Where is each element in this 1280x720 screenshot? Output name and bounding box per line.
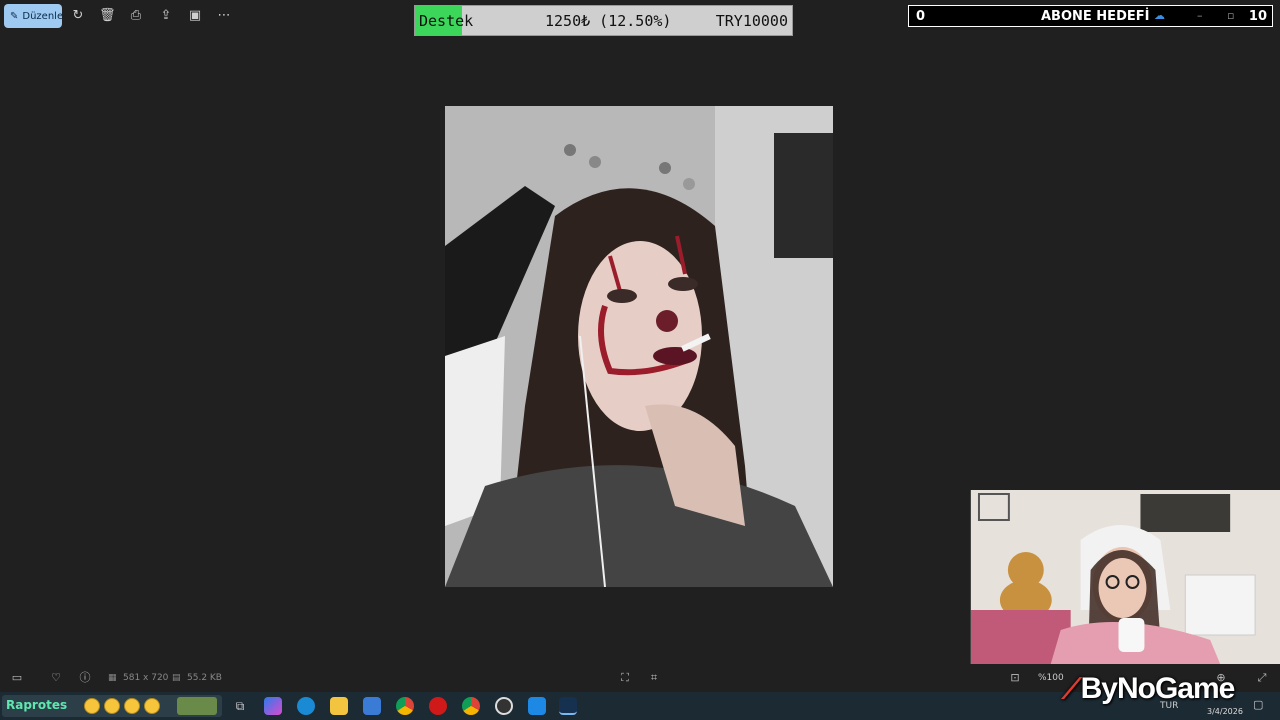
edit-label: Düzenle (22, 10, 64, 22)
file-size-icon: ▤ (172, 673, 181, 683)
obs-icon[interactable] (495, 697, 513, 715)
slideshow-icon[interactable]: ▣ (187, 8, 203, 24)
steam-icon[interactable] (559, 697, 577, 715)
flowers-image (177, 697, 217, 715)
file-size: 55.2 KB (187, 673, 222, 683)
subscriber-goal-title: ABONE HEDEFİ (1041, 9, 1150, 24)
favorite-icon[interactable]: ♡ (49, 671, 63, 685)
crop-icon[interactable]: ⌗ (647, 671, 661, 685)
info-icon[interactable]: ⓘ (78, 671, 92, 685)
emoji-icon (104, 698, 120, 714)
share-icon[interactable]: ⇪ (158, 8, 174, 24)
zoom-level[interactable]: %100 (1038, 671, 1064, 685)
copilot-icon[interactable] (264, 697, 282, 715)
edit-icon: ✎ (10, 10, 19, 22)
news-widget[interactable]: Raprotes (2, 695, 222, 717)
cloud-icon: ☁ (1154, 9, 1165, 22)
chrome-icon[interactable] (396, 697, 414, 715)
emoji-icon (144, 698, 160, 714)
file-explorer-icon[interactable] (330, 697, 348, 715)
more-icon[interactable]: ⋯ (216, 8, 232, 24)
displayed-photo (445, 106, 833, 587)
edge-icon[interactable] (297, 697, 315, 715)
donation-goal-bar: Destek 1250₺ (12.50%) TRY10000 (414, 5, 793, 36)
opera-icon[interactable] (429, 697, 447, 715)
fit-icon[interactable]: ⛶ (618, 671, 632, 685)
actual-size-icon[interactable]: ⊡ (1008, 671, 1022, 685)
widget-text: Raprotes (6, 698, 68, 712)
store-icon[interactable] (363, 697, 381, 715)
photos-icon[interactable] (528, 697, 546, 715)
print-icon[interactable]: ⎙ (128, 8, 144, 24)
subscriber-current: 0 (916, 9, 926, 24)
donation-label: Destek (419, 12, 474, 30)
subscriber-goal-bar: 0 ABONE HEDEFİ ☁ – ▫ 10 (908, 5, 1273, 27)
filmstrip-icon[interactable]: ▭ (10, 671, 24, 685)
logo-text: ByNoGame (1080, 672, 1236, 705)
donation-goal: TRY10000 (715, 12, 788, 30)
image-dimensions-icon: ▦ (108, 673, 117, 683)
subscriber-target: 10 (1248, 9, 1267, 24)
chrome-profile-icon[interactable] (462, 697, 480, 715)
image-dimensions: 581 x 720 (123, 673, 169, 683)
task-view-icon[interactable]: ⧉ (231, 697, 249, 715)
emoji-icon (84, 698, 100, 714)
emoji-icon (124, 698, 140, 714)
donation-amount: 1250₺ (12.50%) (545, 12, 672, 30)
webcam-overlay (970, 490, 1280, 664)
delete-icon[interactable]: 🗑 (99, 8, 116, 24)
minimize-icon[interactable]: – (1197, 9, 1203, 22)
edit-button[interactable]: ✎ Düzenle (4, 4, 64, 28)
logo-mark-icon: ⟋ (1062, 673, 1082, 704)
notification-icon[interactable]: ▢ (1253, 698, 1263, 711)
fullscreen-icon[interactable]: ⤢ (1255, 671, 1269, 685)
bynogame-logo: ⟋ByNoGame (1062, 672, 1242, 712)
restore-icon[interactable]: ▫ (1227, 9, 1234, 22)
rotate-icon[interactable]: ↻ (70, 8, 86, 24)
